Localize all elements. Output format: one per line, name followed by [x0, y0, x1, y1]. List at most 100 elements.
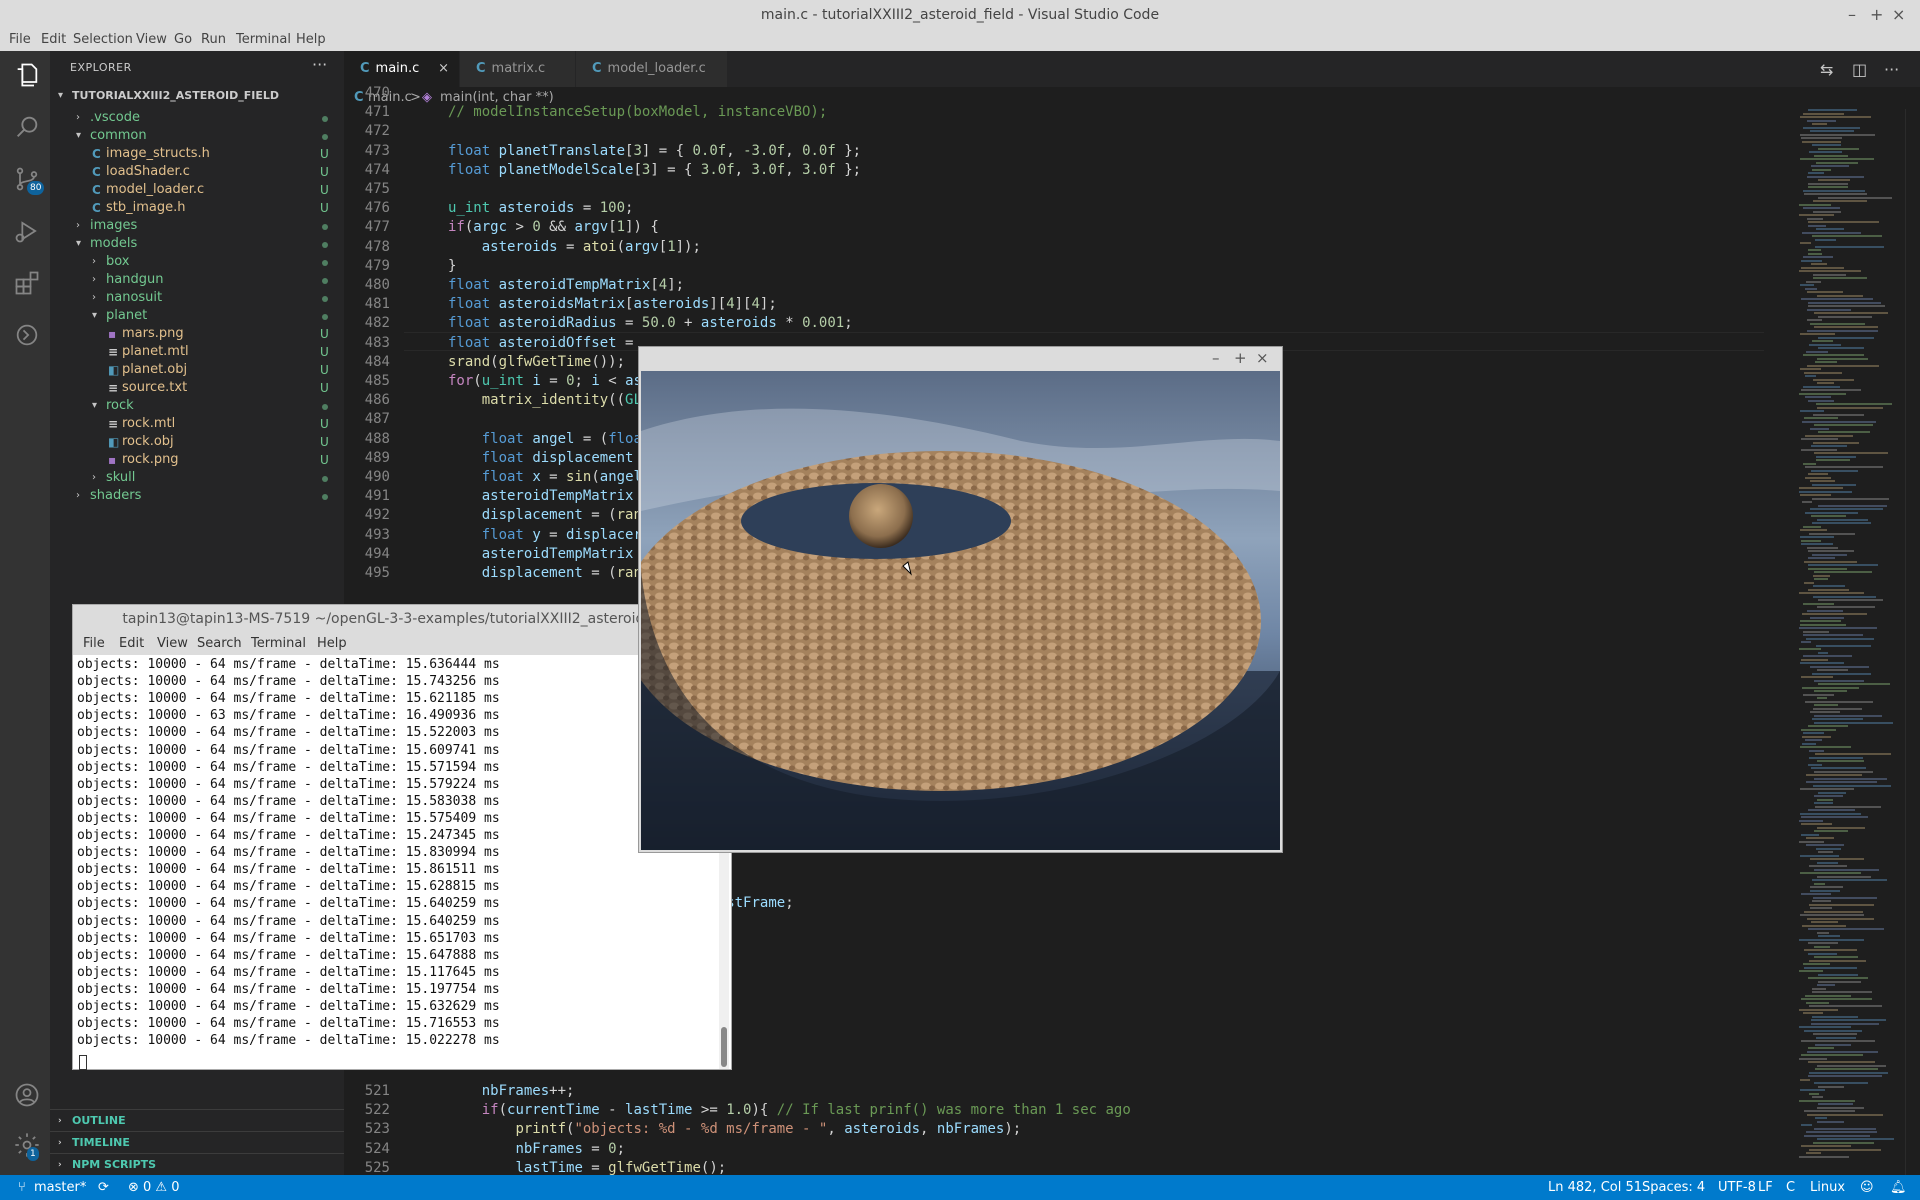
minimap-line: [1802, 231, 1861, 234]
gl-close-button[interactable]: ×: [1256, 349, 1269, 367]
render-viewport[interactable]: [641, 371, 1280, 850]
indentation[interactable]: Spaces: 4: [1642, 1175, 1705, 1200]
line-ending[interactable]: LF: [1758, 1175, 1773, 1200]
line-number: 481: [364, 296, 390, 313]
terminal-menu-file[interactable]: File: [83, 636, 105, 651]
encoding[interactable]: UTF-8: [1718, 1175, 1756, 1200]
menu-run[interactable]: Run: [201, 32, 226, 47]
settings-gear-icon[interactable]: 1: [13, 1131, 41, 1161]
more-actions-icon[interactable]: ···: [1884, 60, 1899, 79]
folder-item[interactable]: › shaders: [50, 485, 344, 507]
run-debug-icon[interactable]: [13, 217, 41, 245]
code-line[interactable]: if(argc > 0 && argv[1]) {: [448, 219, 659, 235]
feedback-icon[interactable]: ☺: [1860, 1175, 1874, 1200]
code-line[interactable]: float angel = (floa: [448, 431, 642, 447]
minimap-line: [1808, 1061, 1875, 1063]
minimap-line: [1799, 392, 1846, 395]
menu-edit[interactable]: Edit: [41, 32, 66, 47]
close-button[interactable]: ×: [1892, 0, 1905, 30]
timeline-section[interactable]: › TIMELINE: [50, 1131, 344, 1153]
outline-section[interactable]: › OUTLINE: [50, 1109, 344, 1131]
code-line[interactable]: float asteroidRadius = 50.0 + asteroids …: [448, 315, 853, 331]
code-line[interactable]: if(currentTime - lastTime >= 1.0){ // If…: [448, 1102, 1131, 1118]
minimap-line: [1812, 168, 1831, 171]
tab-main-c[interactable]: Cmain.c ×: [344, 51, 460, 87]
code-line[interactable]: float planetModelScale[3] = { 3.0f, 3.0f…: [448, 162, 861, 178]
code-line[interactable]: float asteroidsMatrix[asteroids][4][4];: [448, 296, 777, 312]
compare-changes-icon[interactable]: ⇆: [1820, 60, 1833, 79]
terminal-menu-help[interactable]: Help: [317, 636, 347, 651]
code-line[interactable]: nbFrames = 0;: [448, 1141, 625, 1157]
terminal-menu-bar: File Edit View Search Terminal Help: [73, 633, 731, 655]
tab-model-loader-c[interactable]: Cmodel_loader.c: [576, 51, 728, 87]
code-line[interactable]: lastTime = glfwGetTime();: [448, 1160, 726, 1176]
close-tab-icon[interactable]: ×: [438, 51, 449, 87]
more-actions-icon[interactable]: ···: [312, 55, 327, 74]
minimap-line: [1817, 861, 1838, 864]
code-line[interactable]: float displacement: [448, 450, 634, 466]
code-line[interactable]: float planetTranslate[3] = { 0.0f, -3.0f…: [448, 143, 861, 159]
minimap-line: [1799, 1057, 1827, 1060]
git-branch[interactable]: master*: [34, 1175, 86, 1200]
menu-selection[interactable]: Selection: [73, 32, 133, 47]
code-line[interactable]: }: [448, 258, 456, 274]
npm-scripts-section[interactable]: › NPM SCRIPTS: [50, 1153, 344, 1175]
code-line[interactable]: printf("objects: %d - %d ms/frame - ", a…: [448, 1121, 1021, 1137]
code-line[interactable]: displacement = (ran: [448, 565, 642, 581]
code-line[interactable]: float asteroidTempMatrix[4];: [448, 277, 684, 293]
account-icon[interactable]: [13, 1081, 41, 1109]
maximize-button[interactable]: +: [1870, 0, 1883, 30]
terminal-output[interactable]: objects: 10000 - 64 ms/frame - deltaTime…: [75, 657, 715, 1070]
terminal-scroll-thumb[interactable]: [721, 1027, 727, 1067]
problems-indicator[interactable]: ⊗ 0 ⚠ 0: [128, 1175, 180, 1200]
code-line[interactable]: srand(glfwGetTime());: [448, 354, 625, 370]
code-line[interactable]: asteroidTempMatrix: [448, 488, 634, 504]
tab-matrix-c[interactable]: Cmatrix.c: [460, 51, 576, 87]
code-line[interactable]: for(u_int i = 0; i < as: [448, 373, 642, 389]
cursor-position[interactable]: Ln 482, Col 51: [1548, 1175, 1642, 1200]
explorer-icon[interactable]: [13, 61, 41, 89]
menu-file[interactable]: File: [9, 32, 31, 47]
notifications-icon[interactable]: 🔔︎: [1890, 1175, 1907, 1200]
code-line[interactable]: float asteroidOffset =: [448, 335, 633, 351]
terminal-menu-terminal[interactable]: Terminal: [251, 636, 306, 651]
sync-icon[interactable]: ⟳: [98, 1175, 109, 1200]
terminal-menu-edit[interactable]: Edit: [119, 636, 144, 651]
minimap-line: [1817, 1138, 1894, 1140]
language-mode[interactable]: C: [1786, 1175, 1795, 1200]
remote-icon[interactable]: [13, 321, 41, 349]
gl-maximize-button[interactable]: +: [1234, 349, 1247, 367]
gl-minimize-button[interactable]: –: [1212, 349, 1220, 367]
terminal-menu-view[interactable]: View: [157, 636, 188, 651]
minimap[interactable]: [1779, 109, 1905, 1175]
code-line[interactable]: float x = sin(angel: [448, 469, 642, 485]
terminal-menu-search[interactable]: Search: [197, 636, 242, 651]
code-line[interactable]: matrix_identity((GL: [448, 392, 642, 408]
minimap-line: [1817, 382, 1834, 384]
minimap-line: [1812, 497, 1889, 500]
editor-scrollbar[interactable]: [1905, 109, 1920, 1175]
search-icon[interactable]: [13, 113, 41, 141]
code-line[interactable]: asteroids = atoi(argv[1]);: [448, 239, 701, 255]
extensions-icon[interactable]: [13, 269, 41, 297]
source-control-icon[interactable]: 80: [13, 165, 45, 195]
minimap-line: [1814, 945, 1830, 948]
code-line[interactable]: // modelInstanceSetup(boxModel, instance…: [448, 104, 827, 120]
minimize-button[interactable]: –: [1848, 0, 1856, 30]
function-symbol-icon: ◈: [422, 90, 432, 105]
code-line[interactable]: nbFrames++;: [448, 1083, 575, 1099]
menu-go[interactable]: Go: [174, 32, 192, 47]
code-line[interactable]: asteroidTempMatrix: [448, 546, 634, 562]
minimap-line: [1800, 872, 1861, 874]
minimap-line: [1815, 805, 1881, 808]
code-line[interactable]: float y = displacer: [448, 527, 642, 543]
code-line[interactable]: u_int asteroids = 100;: [448, 200, 633, 216]
menu-view[interactable]: View: [136, 32, 167, 47]
code-line[interactable]: displacement = (ran: [448, 507, 642, 523]
menu-terminal[interactable]: Terminal: [236, 32, 291, 47]
minimap-line: [1815, 245, 1884, 248]
workspace-root[interactable]: ▾ TUTORIALXXIII2_ASTEROID_FIELD: [50, 85, 344, 107]
split-editor-icon[interactable]: ◫: [1852, 60, 1867, 79]
menu-help[interactable]: Help: [296, 32, 326, 47]
os-indicator[interactable]: Linux: [1810, 1175, 1845, 1200]
